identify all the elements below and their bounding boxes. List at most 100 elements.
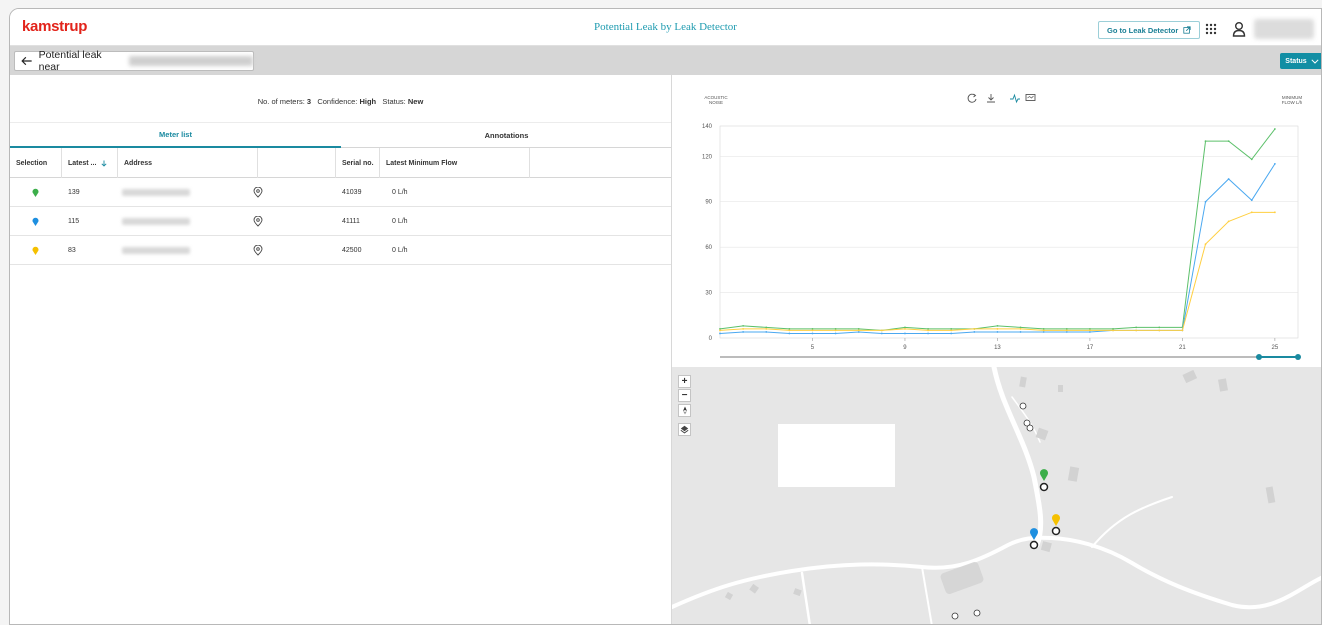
zoom-in-button[interactable]: + (678, 375, 691, 388)
download-icon[interactable] (987, 94, 995, 103)
y-axis-ticks: 0 30 60 90 120 140 (702, 124, 713, 342)
range-slider-handle-left[interactable] (1256, 354, 1262, 360)
meter-pin-yellow-icon[interactable] (32, 236, 39, 265)
data-point (1135, 326, 1138, 329)
data-point (719, 332, 721, 335)
map-panel[interactable]: + − (672, 367, 1322, 625)
data-point (765, 331, 768, 333)
serial-value: 41039 (342, 189, 362, 196)
y-tick-label: 120 (702, 154, 713, 160)
data-point (742, 331, 745, 333)
y-tick-label: 60 (705, 245, 712, 251)
column-latest[interactable]: Latest ... (62, 148, 118, 178)
data-point (834, 329, 837, 332)
data-point (1250, 199, 1253, 202)
compass-icon (682, 406, 687, 415)
status-label: Status (1285, 57, 1307, 65)
leak-chart[interactable]: ACOUSTIC NOISE MINIMUM FLOW L/h 03060901… (672, 75, 1322, 367)
data-point (927, 329, 929, 332)
data-point (996, 331, 999, 333)
x-tick-label: 13 (994, 345, 1001, 351)
data-point (1227, 140, 1230, 143)
data-point (927, 332, 929, 335)
min-flow-value: 0 L/h (392, 218, 408, 225)
column-latest-label: Latest ... (68, 159, 97, 167)
data-point (1204, 140, 1207, 143)
sub-header: Potential leak near Status (10, 46, 1321, 75)
data-point (788, 332, 791, 335)
x-tick-label: 25 (1272, 345, 1279, 351)
data-point (973, 331, 976, 333)
data-point (904, 328, 906, 330)
y-tick-label: 140 (702, 124, 713, 130)
column-map-location (258, 148, 336, 178)
latest-value: 83 (68, 247, 76, 254)
arrow-left-icon (21, 56, 32, 66)
series-line-2 (719, 211, 1275, 331)
serial-value: 41111 (342, 218, 360, 225)
data-point (880, 329, 883, 332)
meter-pin-blue-icon[interactable] (32, 207, 39, 236)
apps-grid-icon[interactable] (1205, 23, 1217, 35)
location-pin-icon[interactable] (253, 236, 263, 265)
map-canvas[interactable] (672, 367, 1322, 625)
data-point (788, 329, 791, 332)
zoom-out-button[interactable]: − (678, 389, 691, 402)
data-point (1273, 211, 1276, 214)
user-icon[interactable] (1232, 21, 1246, 37)
range-slider-handle-right[interactable] (1295, 354, 1301, 360)
column-address[interactable]: Address (118, 148, 258, 178)
column-min-flow[interactable]: Latest Minimum Flow (380, 148, 530, 178)
go-to-leak-detector-button[interactable]: Go to Leak Detector (1098, 21, 1201, 39)
data-point (1273, 128, 1276, 130)
leak-summary: No. of meters: 3 Confidence: High Status… (10, 97, 671, 106)
chevron-down-icon (1311, 58, 1319, 64)
data-point (1158, 326, 1161, 329)
data-point (1250, 158, 1253, 161)
data-point (742, 324, 745, 327)
x-axis-ticks: 5 9 13 17 21 25 (811, 338, 1279, 351)
location-pin-icon[interactable] (253, 207, 263, 236)
column-selection[interactable]: Selection (10, 148, 62, 178)
top-bar: kamstrup Potential Leak by Leak Detector… (10, 9, 1321, 46)
data-point (1089, 329, 1091, 332)
data-point (719, 329, 721, 332)
data-point (811, 329, 814, 332)
status-dropdown[interactable]: Status (1280, 53, 1321, 69)
meter-pin-green-icon[interactable] (32, 178, 39, 207)
table-header: Selection Latest ... Address Serial no. … (10, 148, 671, 178)
latest-value: 139 (68, 189, 80, 196)
address-redacted (128, 56, 253, 66)
layers-button[interactable] (678, 423, 691, 436)
data-point (857, 329, 860, 332)
data-point (1112, 329, 1114, 332)
latest-value: 115 (68, 218, 80, 225)
data-point (765, 328, 768, 330)
table-row[interactable]: 83 42500 0 L/h (10, 236, 671, 265)
data-point (1042, 329, 1045, 332)
compass-button[interactable] (678, 404, 691, 417)
location-pin-icon[interactable] (253, 178, 263, 207)
map-building (778, 424, 895, 487)
table-row[interactable]: 139 41039 0 L/h (10, 178, 671, 207)
confidence-value: High (359, 97, 377, 106)
data-point (950, 332, 953, 335)
min-flow-value: 0 L/h (392, 189, 408, 196)
address-redacted (122, 207, 190, 236)
tab-annotations[interactable]: Annotations (341, 123, 672, 148)
line-chart-icon[interactable] (1010, 93, 1020, 104)
status-summary-label: Status: (382, 97, 406, 106)
y-tick-label: 0 (709, 336, 713, 342)
x-tick-label: 9 (903, 345, 907, 351)
data-view-icon[interactable] (1025, 94, 1036, 101)
y-tick-label: 30 (705, 291, 712, 297)
table-row[interactable]: 115 41111 0 L/h (10, 207, 671, 236)
column-serial[interactable]: Serial no. (336, 148, 380, 178)
refresh-icon[interactable] (967, 93, 977, 103)
data-point (950, 329, 953, 332)
back-button[interactable]: Potential leak near (14, 49, 254, 73)
meters-count-label: No. of meters: (257, 97, 305, 106)
data-point (904, 332, 906, 335)
chart-series (719, 128, 1276, 335)
tab-meter-list[interactable]: Meter list (10, 123, 341, 148)
